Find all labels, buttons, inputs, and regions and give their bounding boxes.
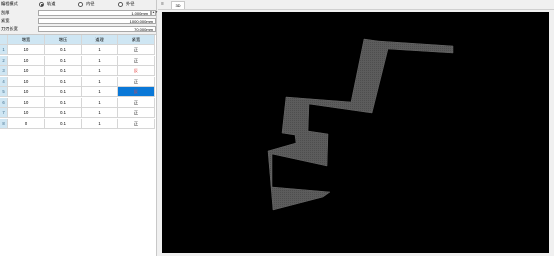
column-header[interactable]: 增压	[45, 35, 82, 45]
column-header[interactable]: 道理	[82, 35, 118, 45]
table-row[interactable]: 7 10 0.1 1 正	[0, 108, 155, 118]
scale-row: 紧宽 1000.000mm	[0, 17, 157, 25]
row-number-cell[interactable]: 2	[0, 55, 8, 66]
feed-label: 刮厚	[1, 10, 10, 15]
menu-icon[interactable]: ≡	[161, 2, 168, 7]
direction-cell[interactable]: 正	[118, 108, 155, 118]
radio-inner-label: 内径	[86, 1, 95, 6]
row-number-cell[interactable]: 6	[0, 97, 8, 108]
table-cell[interactable]: 0.1	[45, 118, 82, 129]
row-number-cell[interactable]: 5	[0, 87, 8, 97]
table-cell[interactable]: 1	[82, 76, 118, 87]
column-header[interactable]: 紧宽	[118, 35, 155, 45]
table-cell[interactable]: 1	[82, 55, 118, 66]
direction-cell[interactable]: 反	[118, 66, 155, 76]
radio-outer[interactable]: 外径	[118, 1, 134, 7]
table-cell[interactable]: 1	[82, 87, 118, 97]
row-number-cell[interactable]: 3	[0, 66, 8, 76]
table-cell[interactable]: 10	[8, 76, 45, 87]
mode-row: 编程模式 轨道 内径 外径	[0, 0, 157, 8]
direction-cell[interactable]: 正	[118, 97, 155, 108]
viewer-tabbar: ≡ 3D	[158, 0, 554, 10]
table-cell[interactable]: 10	[8, 108, 45, 118]
direction-cell[interactable]: 正	[118, 55, 155, 66]
row-number-cell[interactable]: 8	[0, 118, 8, 129]
row-number-cell[interactable]: 4	[0, 76, 8, 87]
parameter-panel: 编程模式 轨道 内径 外径 刮厚 1.000mm ▲▼ 紧宽 1000.000m…	[0, 0, 158, 256]
3d-viewport[interactable]	[162, 12, 549, 253]
table-row[interactable]: 6 10 0.1 1 正	[0, 97, 155, 108]
feed-spinner[interactable]: ▲▼	[151, 10, 158, 16]
feed-row: 刮厚 1.000mm ▲▼	[0, 9, 158, 17]
segment-table: 增宽 增压 道理 紧宽 1 10 0.1 1 正 2 10 0.1 1 正 3 10 0.1 1 反 4 10 0…	[0, 34, 156, 256]
zigzag-strip	[267, 38, 454, 211]
width-input[interactable]: 70.000mm	[38, 26, 156, 32]
table-cell[interactable]: 1	[82, 45, 118, 55]
radio-track-label: 轨道	[47, 1, 56, 6]
table-cell[interactable]: 0	[8, 118, 45, 129]
table-cell[interactable]: 0.1	[45, 87, 82, 97]
table-header: 增宽 增压 道理 紧宽	[0, 35, 155, 45]
width-label: 刀刃长宽	[1, 26, 18, 31]
table-cell[interactable]: 0.1	[45, 76, 82, 87]
table-row[interactable]: 3 10 0.1 1 反	[0, 66, 155, 76]
table-cell[interactable]: 10	[8, 87, 45, 97]
table-cell[interactable]: 10	[8, 45, 45, 55]
table-cell[interactable]: 0.1	[45, 55, 82, 66]
radio-dot-selected-icon[interactable]	[39, 1, 44, 7]
header-corner	[0, 35, 8, 45]
radio-track[interactable]: 轨道	[39, 1, 55, 7]
table-cell[interactable]: 10	[8, 55, 45, 66]
direction-cell[interactable]: 正	[118, 45, 155, 55]
radio-dot-icon[interactable]	[78, 1, 83, 7]
scale-input[interactable]: 1000.000mm	[38, 18, 156, 24]
table-cell[interactable]: 0.1	[45, 108, 82, 118]
zigzag-model	[267, 38, 454, 211]
feed-input[interactable]: 1.000mm	[38, 10, 151, 16]
table-cell[interactable]: 0.1	[45, 66, 82, 76]
radio-outer-label: 外径	[126, 1, 135, 6]
radio-inner[interactable]: 内径	[78, 1, 94, 7]
width-row: 刀刃长宽 70.000mm	[0, 25, 157, 33]
row-number-cell[interactable]: 1	[0, 45, 8, 55]
table-cell[interactable]: 1	[82, 97, 118, 108]
table-cell[interactable]: 1	[82, 118, 118, 129]
table-cell[interactable]: 0.1	[45, 97, 82, 108]
table-cell[interactable]: 10	[8, 97, 45, 108]
table-row[interactable]: 8 0 0.1 1 正	[0, 118, 155, 129]
table-row[interactable]: 4 10 0.1 1 正	[0, 76, 155, 87]
table-row[interactable]: 5 10 0.1 1 反	[0, 87, 155, 97]
table-cell[interactable]: 10	[8, 66, 45, 76]
tab-3d[interactable]: 3D	[171, 1, 185, 9]
direction-cell[interactable]: 反	[118, 87, 155, 97]
direction-cell[interactable]: 正	[118, 118, 155, 129]
table-cell[interactable]: 1	[82, 66, 118, 76]
table-cell[interactable]: 1	[82, 108, 118, 118]
table-cell[interactable]: 0.1	[45, 45, 82, 55]
radio-dot-icon[interactable]	[118, 1, 123, 7]
table-row[interactable]: 2 10 0.1 1 正	[0, 55, 155, 66]
scale-label: 紧宽	[1, 18, 10, 23]
direction-cell[interactable]: 正	[118, 76, 155, 87]
row-number-cell[interactable]: 7	[0, 108, 8, 118]
mode-label: 编程模式	[1, 1, 18, 6]
table-row[interactable]: 1 10 0.1 1 正	[0, 45, 155, 55]
column-header[interactable]: 增宽	[8, 35, 45, 45]
